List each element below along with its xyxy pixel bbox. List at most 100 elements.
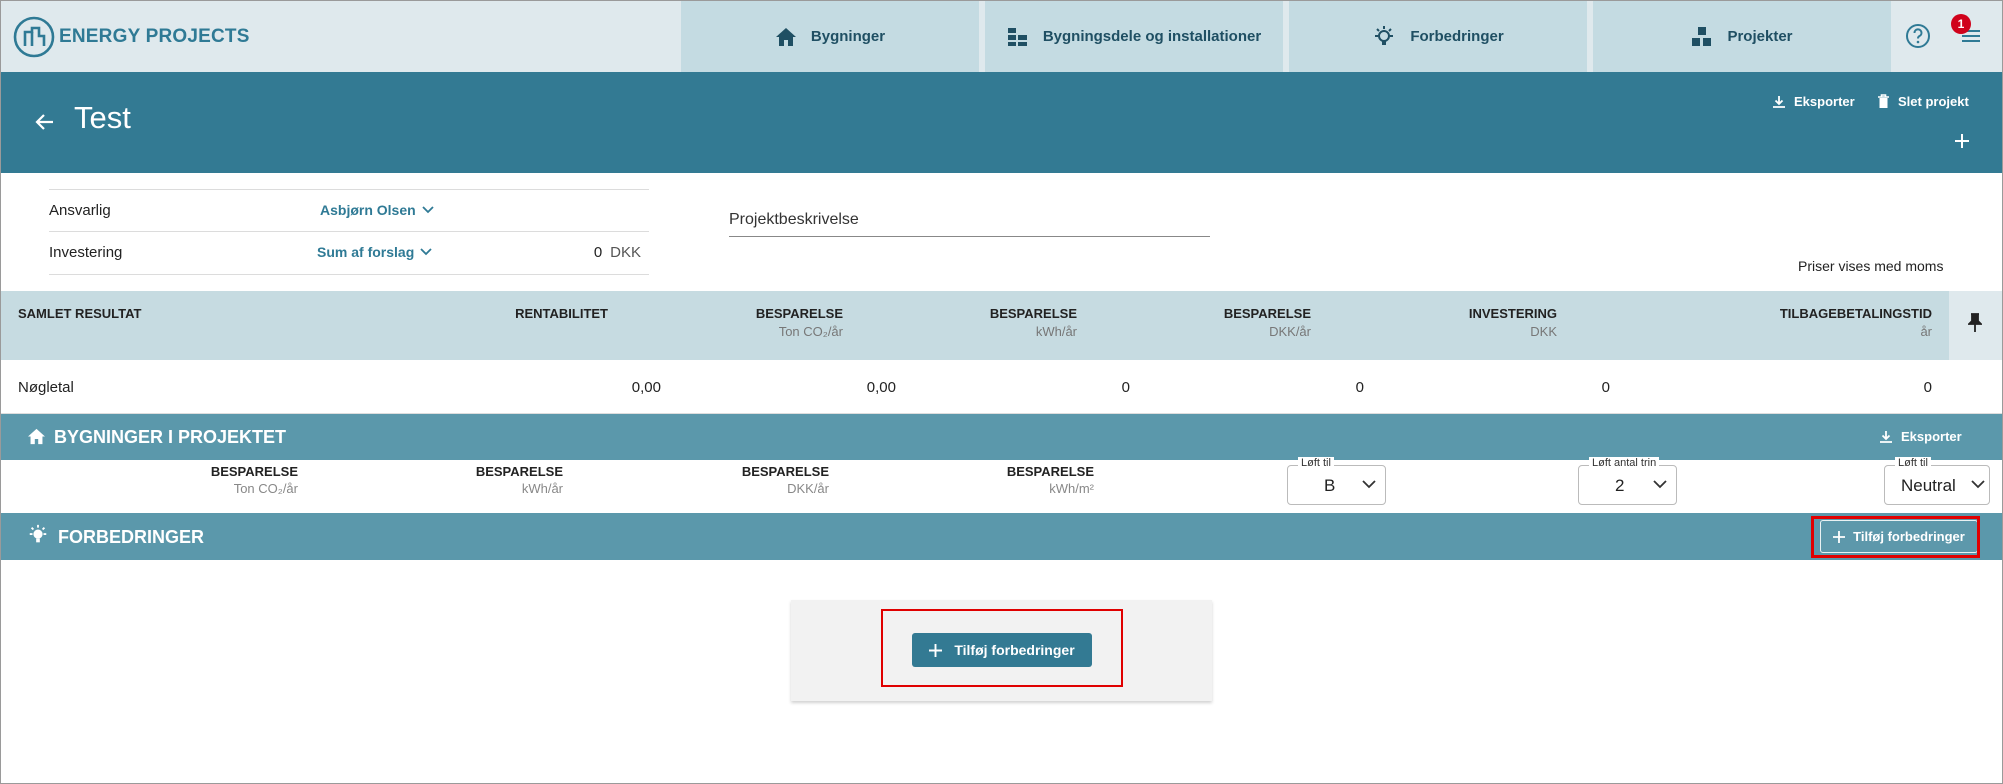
row-label: Nøgletal xyxy=(18,379,74,396)
lift-to-neutral-select[interactable]: Løft til Neutral xyxy=(1884,457,1990,505)
col-besparelse-dkk: BESPARELSE DKK/år xyxy=(1224,306,1311,339)
chevron-down-icon xyxy=(1653,480,1667,489)
bcol-besparelse-kwh: BESPARELSE kWh/år xyxy=(476,464,563,496)
cell-rentabilitet: 0,00 xyxy=(631,379,661,396)
tab-projekter[interactable]: Projekter xyxy=(1593,1,1891,72)
investment-row: Investering Sum af forslag 0 DKK xyxy=(49,232,649,275)
col-label: BESPARELSE xyxy=(989,306,1077,321)
home-icon xyxy=(775,27,796,46)
delete-label: Slet projekt xyxy=(1898,94,1969,109)
export-label: Eksporter xyxy=(1794,94,1855,109)
col-label: BESPARELSE xyxy=(755,306,843,321)
highlight-box xyxy=(1811,516,1980,558)
projects-icon xyxy=(1692,26,1712,46)
col-besparelse-co2: BESPARELSE Ton CO₂/år xyxy=(756,306,843,339)
app-logo[interactable]: ENERGY PROJECTS xyxy=(13,15,250,59)
highlight-box xyxy=(881,609,1123,687)
building-parts-icon xyxy=(1007,27,1027,46)
col-rentabilitet: RENTABILITET xyxy=(515,306,608,321)
project-header: Test Eksporter Slet projekt xyxy=(1,72,2002,173)
chevron-down-icon xyxy=(1362,480,1376,489)
col-unit: år xyxy=(1920,324,1932,339)
col-label: BESPARELSE xyxy=(210,464,298,479)
select-value: Neutral xyxy=(1901,476,1956,495)
pin-column-button[interactable] xyxy=(1949,291,2002,360)
lift-steps-select[interactable]: Løft antal trin 2 xyxy=(1578,457,1677,505)
cell-besparelse-dkk: 0 xyxy=(1355,379,1364,396)
tab-label: Bygningsdele og installationer xyxy=(1042,28,1262,45)
export-label: Eksporter xyxy=(1901,429,1962,444)
tab-label: Forbedringer xyxy=(1410,28,1504,45)
cell-besparelse-kwh: 0 xyxy=(1121,379,1130,396)
col-tilbagebetalingstid: TILBAGEBETALINGSTID år xyxy=(1780,306,1932,339)
select-legend: Løft antal trin xyxy=(1589,457,1660,469)
back-arrow-icon[interactable] xyxy=(33,110,57,134)
cell-tilbagebetalingstid: 0 xyxy=(1923,379,1932,396)
col-label: BESPARELSE xyxy=(1006,464,1094,479)
investment-mode-select[interactable]: Sum af forslag xyxy=(317,244,432,260)
results-header: SAMLET RESULTAT RENTABILITET BESPARELSE T… xyxy=(1,291,1949,360)
responsible-row: Ansvarlig Asbjørn Olsen xyxy=(49,189,649,232)
col-unit: kWh/år xyxy=(521,481,563,496)
responsible-select[interactable]: Asbjørn Olsen xyxy=(320,202,434,218)
logo-icon xyxy=(13,16,55,58)
tab-bygninger[interactable]: Bygninger xyxy=(681,1,979,72)
buildings-section-bar: BYGNINGER I PROJEKTET Eksporter xyxy=(1,414,2002,460)
responsible-value: Asbjørn Olsen xyxy=(320,202,416,218)
section-title: FORBEDRINGER xyxy=(58,527,205,547)
table-row: Nøgletal 0,00 0,00 0 0 0 0 xyxy=(1,360,2002,414)
investment-amount-value: 0 xyxy=(593,244,603,261)
col-label: TILBAGEBETALINGSTID xyxy=(1779,306,1932,321)
col-samlet-resultat: SAMLET RESULTAT xyxy=(18,306,142,321)
col-unit: kWh/m² xyxy=(1049,481,1094,496)
buildings-export-button[interactable]: Eksporter xyxy=(1879,429,1962,444)
page-title: Test xyxy=(74,100,131,135)
col-label: BESPARELSE xyxy=(1223,306,1311,321)
col-unit: DKK xyxy=(1530,324,1557,339)
lightbulb-icon xyxy=(29,524,47,543)
notification-badge: 1 xyxy=(1951,14,1971,34)
tab-forbedringer[interactable]: Forbedringer xyxy=(1289,1,1587,72)
bcol-besparelse-kwh-m2: BESPARELSE kWh/m² xyxy=(1007,464,1094,496)
export-button[interactable]: Eksporter xyxy=(1772,94,1855,109)
col-label: BESPARELSE xyxy=(475,464,563,479)
chevron-down-icon xyxy=(1971,480,1985,489)
lightbulb-icon xyxy=(1375,25,1394,45)
tab-label: Bygninger xyxy=(810,28,886,45)
plus-icon[interactable] xyxy=(1953,132,1971,150)
investment-currency: DKK xyxy=(610,244,641,261)
top-navigation: ENERGY PROJECTS Bygninger Bygningsdele o… xyxy=(1,1,2002,72)
lift-to-select[interactable]: Løft til B xyxy=(1287,457,1386,505)
responsible-label: Ansvarlig xyxy=(49,202,111,219)
select-value: 2 xyxy=(1615,476,1625,495)
project-description-input[interactable]: Projektbeskrivelse xyxy=(729,205,1210,237)
investment-label: Investering xyxy=(49,244,123,261)
col-unit: DKK/år xyxy=(1269,324,1311,339)
col-unit: kWh/år xyxy=(1035,324,1077,339)
investment-mode: Sum af forslag xyxy=(317,244,415,260)
bcol-besparelse-dkk: BESPARELSE DKK/år xyxy=(742,464,829,496)
help-icon[interactable] xyxy=(1905,23,1931,49)
investment-amount: 0 DKK xyxy=(594,244,641,261)
select-value: B xyxy=(1324,476,1336,495)
home-icon xyxy=(28,428,45,445)
cell-investering: 0 xyxy=(1601,379,1610,396)
delete-project-button[interactable]: Slet projekt xyxy=(1877,94,1969,109)
chevron-down-icon xyxy=(420,248,432,256)
select-legend: Løft til xyxy=(1298,457,1334,469)
select-legend: Løft til xyxy=(1895,457,1931,469)
tab-label: Projekter xyxy=(1727,28,1793,45)
pin-icon xyxy=(1968,313,1982,332)
tab-bygningsdele[interactable]: Bygningsdele og installationer xyxy=(985,1,1283,72)
download-icon xyxy=(1773,95,1785,108)
prices-note: Priser vises med moms xyxy=(1798,258,1944,274)
section-title: BYGNINGER I PROJEKTET xyxy=(54,427,287,447)
col-label: SAMLET RESULTAT xyxy=(18,306,142,321)
col-investering: INVESTERING DKK xyxy=(1469,306,1557,339)
col-label: RENTABILITET xyxy=(515,306,608,321)
col-besparelse-kwh: BESPARELSE kWh/år xyxy=(990,306,1077,339)
trash-icon xyxy=(1878,94,1889,108)
col-label: BESPARELSE xyxy=(741,464,829,479)
col-unit: DKK/år xyxy=(787,481,829,496)
col-unit: Ton CO₂/år xyxy=(233,481,298,496)
